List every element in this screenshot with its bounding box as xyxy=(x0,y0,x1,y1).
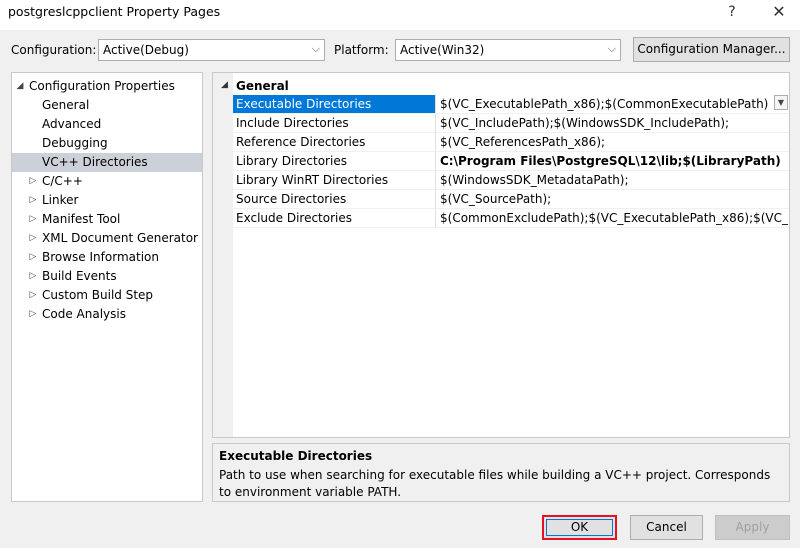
ok-label: OK xyxy=(570,520,589,534)
tree-item-custom-build-step[interactable]: ▷ Custom Build Step xyxy=(12,286,202,305)
configuration-manager-button[interactable]: Configuration Manager... xyxy=(633,37,790,62)
tree-item-linker[interactable]: ▷ Linker xyxy=(12,191,202,210)
chevron-down-icon: ▼ xyxy=(777,98,785,107)
tree-item-browse-information[interactable]: ▷ Browse Information xyxy=(12,248,202,267)
property-row-include-directories[interactable]: Include Directories $(VC_IncludePath);$(… xyxy=(233,114,789,133)
ok-button[interactable]: OK xyxy=(542,515,617,540)
expand-triangle-icon[interactable]: ▷ xyxy=(28,172,38,191)
property-name: Reference Directories xyxy=(236,135,366,149)
property-name: Executable Directories xyxy=(233,95,435,113)
property-name: Library WinRT Directories xyxy=(236,173,389,187)
expand-triangle-icon[interactable]: ▷ xyxy=(28,229,38,248)
column-divider xyxy=(435,133,436,151)
property-name: Include Directories xyxy=(236,116,349,130)
expand-triangle-icon[interactable]: ▷ xyxy=(28,248,38,267)
property-value[interactable]: $(CommonExcludePath);$(VC_ExecutablePath… xyxy=(438,209,788,227)
expand-triangle-icon[interactable]: ▷ xyxy=(28,267,38,286)
property-value[interactable]: $(VC_ReferencesPath_x86); xyxy=(438,133,788,151)
chevron-down-icon: ⌵ xyxy=(311,42,320,55)
configuration-dropdown[interactable]: Active(Debug) ⌵ xyxy=(98,39,325,61)
category-label: General xyxy=(236,79,289,93)
expand-triangle-icon[interactable]: ▷ xyxy=(28,305,38,324)
column-divider xyxy=(435,171,436,189)
property-value[interactable]: $(VC_IncludePath);$(WindowsSDK_IncludePa… xyxy=(438,114,788,132)
property-name: Library Directories xyxy=(236,154,347,168)
collapse-triangle-icon[interactable]: ◢ xyxy=(15,77,25,96)
tree-item-c-cpp[interactable]: ▷ C/C++ xyxy=(12,172,202,191)
column-divider xyxy=(435,95,436,113)
column-divider xyxy=(435,114,436,132)
property-tree[interactable]: ◢ Configuration Properties General Advan… xyxy=(11,72,203,502)
tree-item-manifest-tool[interactable]: ▷ Manifest Tool xyxy=(12,210,202,229)
chevron-down-icon: ⌵ xyxy=(607,42,616,55)
property-value[interactable]: $(WindowsSDK_MetadataPath); xyxy=(438,171,788,189)
grid-gutter xyxy=(213,73,233,437)
collapse-triangle-icon[interactable]: ◢ xyxy=(221,80,228,90)
description-text: Path to use when searching for executabl… xyxy=(219,468,771,499)
configuration-value: Active(Debug) xyxy=(103,43,189,57)
description-panel: Executable Directories Path to use when … xyxy=(212,443,790,502)
property-row-exclude-directories[interactable]: Exclude Directories $(CommonExcludePath)… xyxy=(233,209,789,228)
column-divider xyxy=(435,152,436,170)
property-name: Source Directories xyxy=(236,192,347,206)
property-grid[interactable]: ◢ General Executable Directories $(VC_Ex… xyxy=(212,72,790,438)
column-divider xyxy=(435,209,436,227)
description-title: Executable Directories xyxy=(219,449,373,463)
tree-item-general[interactable]: General xyxy=(12,96,202,115)
property-row-library-winrt-directories[interactable]: Library WinRT Directories $(WindowsSDK_M… xyxy=(233,171,789,190)
property-row-library-directories[interactable]: Library Directories C:\Program Files\Pos… xyxy=(233,152,789,171)
property-value[interactable]: C:\Program Files\PostgreSQL\12\lib;$(Lib… xyxy=(438,152,788,170)
property-value[interactable]: $(VC_SourcePath); xyxy=(438,190,788,208)
property-name: Exclude Directories xyxy=(236,211,352,225)
close-button[interactable]: ✕ xyxy=(764,1,794,25)
tree-item-vc-directories[interactable]: VC++ Directories xyxy=(12,153,202,172)
expand-triangle-icon[interactable]: ▷ xyxy=(28,286,38,305)
window-title: postgreslcppclient Property Pages xyxy=(8,4,221,19)
property-row-executable-directories[interactable]: Executable Directories $(VC_ExecutablePa… xyxy=(233,95,789,114)
expand-triangle-icon[interactable]: ▷ xyxy=(28,210,38,229)
cancel-button[interactable]: Cancel xyxy=(630,515,703,540)
platform-value: Active(Win32) xyxy=(400,43,485,57)
tree-item-xml-document-generator[interactable]: ▷ XML Document Generator xyxy=(12,229,202,248)
value-dropdown-button[interactable]: ▼ xyxy=(774,95,788,110)
expand-triangle-icon[interactable]: ▷ xyxy=(28,191,38,210)
tree-item-debugging[interactable]: Debugging xyxy=(12,134,202,153)
tree-root[interactable]: ◢ Configuration Properties xyxy=(12,77,202,96)
category-row-general[interactable]: ◢ General xyxy=(213,77,789,95)
apply-button[interactable]: Apply xyxy=(715,515,790,540)
configuration-label: Configuration: xyxy=(11,43,97,57)
property-value[interactable]: $(VC_ExecutablePath_x86);$(CommonExecuta… xyxy=(438,95,788,113)
tree-item-code-analysis[interactable]: ▷ Code Analysis xyxy=(12,305,202,324)
property-row-reference-directories[interactable]: Reference Directories $(VC_ReferencesPat… xyxy=(233,133,789,152)
platform-label: Platform: xyxy=(334,43,389,57)
tree-item-build-events[interactable]: ▷ Build Events xyxy=(12,267,202,286)
tree-item-advanced[interactable]: Advanced xyxy=(12,115,202,134)
column-divider xyxy=(435,190,436,208)
help-button[interactable]: ? xyxy=(720,1,744,25)
property-row-source-directories[interactable]: Source Directories $(VC_SourcePath); xyxy=(233,190,789,209)
platform-dropdown[interactable]: Active(Win32) ⌵ xyxy=(395,39,621,61)
title-bar: postgreslcppclient Property Pages ? ✕ xyxy=(0,0,800,30)
